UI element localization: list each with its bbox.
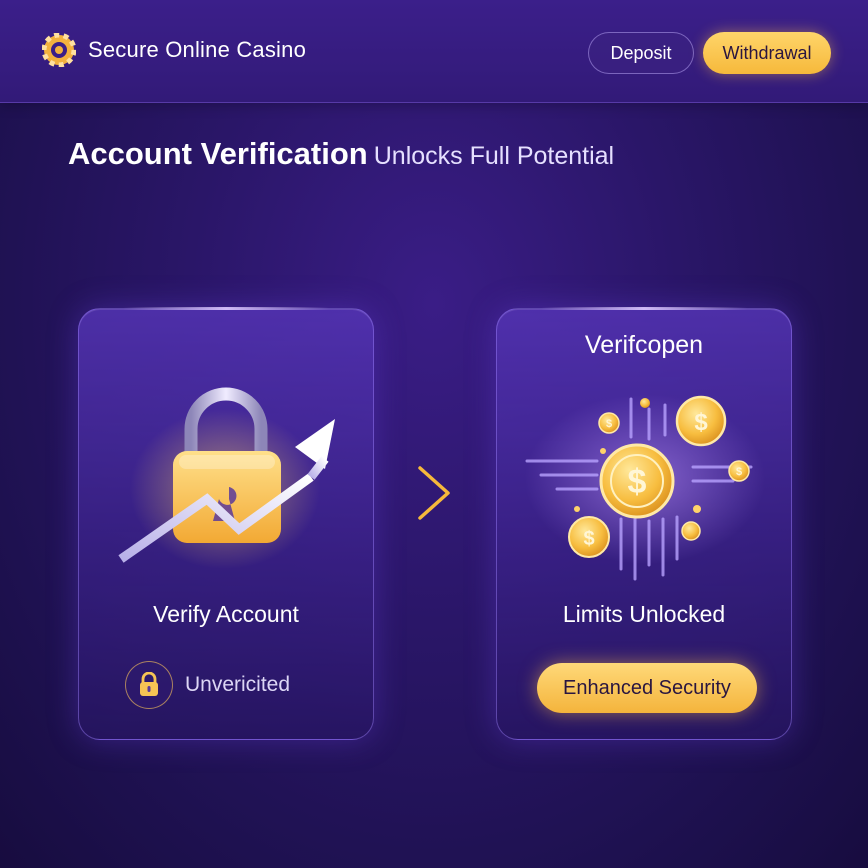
verification-status: Unvericited bbox=[125, 661, 290, 709]
verify-account-card[interactable]: Verify Account Unvericited bbox=[78, 307, 374, 740]
svg-text:$: $ bbox=[736, 466, 742, 478]
enhanced-security-button[interactable]: Enhanced Security bbox=[537, 663, 757, 713]
svg-text:$: $ bbox=[583, 528, 594, 550]
verify-account-label: Verify Account bbox=[153, 601, 299, 627]
gold-coins-icon: $ $ $ $ $ bbox=[497, 369, 791, 589]
headline-strong: Account Verification bbox=[68, 136, 368, 171]
limits-unlocked-card[interactable]: Verifcopen $ $ $ $ $ Limits Unlocked Enh… bbox=[496, 307, 792, 740]
card-top-glow bbox=[123, 307, 329, 310]
limits-unlocked-label: Limits Unlocked bbox=[562, 601, 726, 627]
top-bar: Secure Online Casino Deposit Withdrawal bbox=[0, 0, 868, 103]
page-headline: Account Verification Unlocks Full Potenti… bbox=[68, 136, 614, 172]
headline-light: Unlocks Full Potential bbox=[373, 142, 615, 170]
deposit-button[interactable]: Deposit bbox=[588, 32, 694, 74]
casino-chip-icon bbox=[42, 33, 76, 67]
brand-name: Secure Online Casino bbox=[88, 37, 307, 62]
brand[interactable]: Secure Online Casino bbox=[42, 33, 306, 67]
padlock-growth-icon bbox=[79, 369, 373, 589]
svg-text:$: $ bbox=[606, 418, 612, 430]
card-title: Verifcopen bbox=[584, 331, 704, 359]
status-text: Unvericited bbox=[185, 673, 291, 696]
card-top-glow bbox=[541, 307, 747, 310]
chevron-right-icon bbox=[418, 466, 450, 520]
padlock-icon bbox=[125, 661, 173, 709]
svg-text:$: $ bbox=[694, 409, 708, 436]
svg-text:$: $ bbox=[628, 463, 647, 501]
withdrawal-button[interactable]: Withdrawal bbox=[703, 32, 831, 74]
